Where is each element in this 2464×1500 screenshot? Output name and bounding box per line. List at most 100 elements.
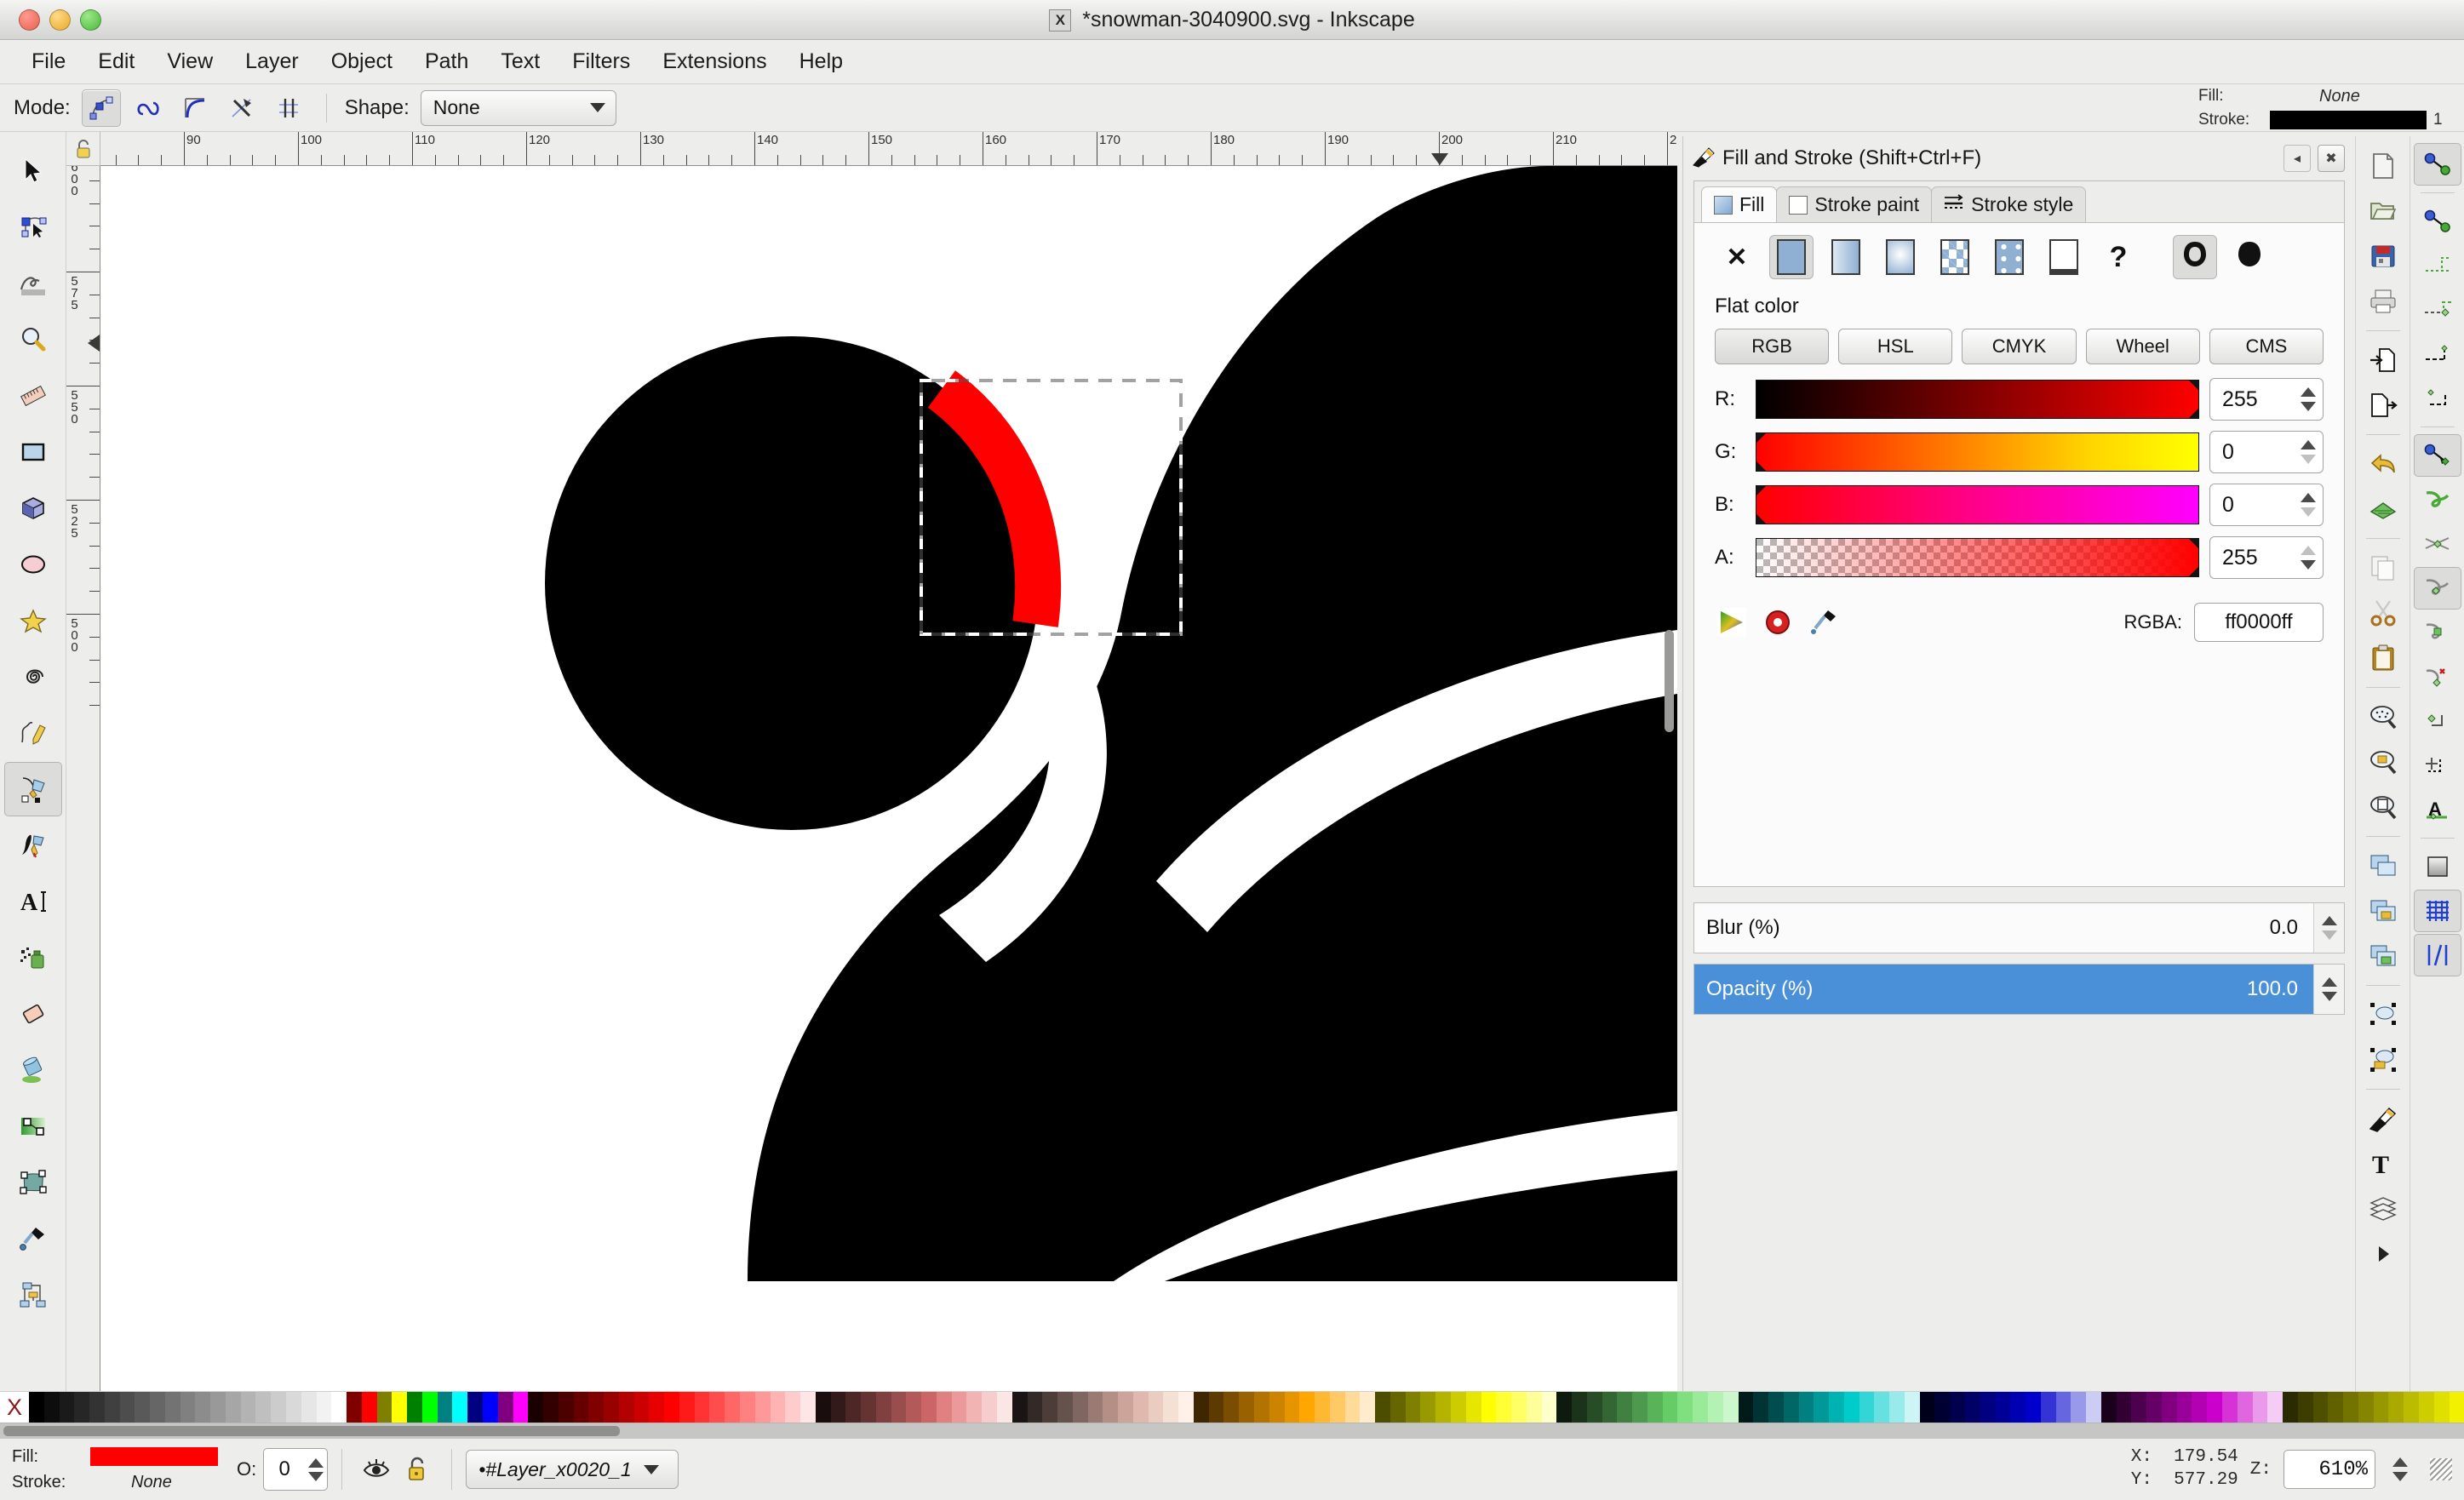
spinner-up-icon[interactable]: [2322, 916, 2337, 925]
palette-swatch[interactable]: [2313, 1392, 2329, 1423]
palette-swatch[interactable]: [543, 1392, 559, 1423]
palette-swatch[interactable]: [2388, 1392, 2404, 1423]
palette-swatch[interactable]: [861, 1392, 876, 1423]
measure-tool[interactable]: [4, 369, 62, 423]
radial-gradient-button[interactable]: [1878, 235, 1922, 279]
palette-swatch[interactable]: [740, 1392, 755, 1423]
menu-view[interactable]: View: [151, 46, 229, 77]
palette-swatch[interactable]: [1693, 1392, 1708, 1423]
palette-swatch[interactable]: [1299, 1392, 1315, 1423]
paste-icon[interactable]: [2359, 637, 2407, 679]
unset-paint-button[interactable]: [2042, 235, 2086, 279]
palette-swatch[interactable]: [634, 1392, 650, 1423]
color-palette[interactable]: X: [0, 1391, 2464, 1423]
snap-path-intersections-icon[interactable]: [2414, 523, 2461, 565]
palette-swatch[interactable]: [966, 1392, 982, 1423]
bezier-pen-tool[interactable]: [4, 762, 62, 816]
snap-bounding-box-icon[interactable]: [2414, 200, 2461, 243]
channel-g-handle-bottom[interactable]: [1756, 461, 1766, 471]
palette-swatch[interactable]: [422, 1392, 438, 1423]
palette-swatch[interactable]: [785, 1392, 800, 1423]
palette-swatch[interactable]: [1133, 1392, 1149, 1423]
spinner-down-icon[interactable]: [2301, 455, 2316, 464]
palette-swatch[interactable]: [1859, 1392, 1875, 1423]
palette-swatch[interactable]: [331, 1392, 347, 1423]
opacity-slider-fill[interactable]: Opacity (%) 100.0: [1694, 965, 2313, 1014]
zoom-input[interactable]: 610%: [2283, 1450, 2375, 1489]
opacity-spinner-arrows[interactable]: [305, 1458, 327, 1481]
snap-smooth-nodes-icon[interactable]: [2414, 611, 2461, 654]
palette-swatch[interactable]: [588, 1392, 604, 1423]
blur-arrows[interactable]: [2313, 903, 2344, 953]
vertical-scrollbar-thumb[interactable]: [1665, 630, 1674, 732]
palette-swatch[interactable]: [1920, 1392, 1935, 1423]
color-model-rgb[interactable]: RGB: [1715, 329, 1829, 364]
gradient-tool[interactable]: [4, 1099, 62, 1154]
palette-swatch[interactable]: [1542, 1392, 1557, 1423]
opacity-spinner[interactable]: 0: [263, 1448, 328, 1491]
lower-to-bottom-icon[interactable]: [2359, 1039, 2407, 1081]
node-editor-tool[interactable]: [4, 200, 62, 255]
palette-swatch[interactable]: [952, 1392, 967, 1423]
palette-swatch[interactable]: [1739, 1392, 1754, 1423]
palette-swatch[interactable]: [604, 1392, 619, 1423]
palette-swatch[interactable]: [1874, 1392, 1889, 1423]
channel-r-slider[interactable]: [1756, 380, 2199, 419]
palette-swatch[interactable]: [29, 1392, 44, 1423]
palette-swatch[interactable]: [271, 1392, 286, 1423]
palette-swatch[interactable]: [1466, 1392, 1481, 1423]
window-controls[interactable]: [19, 9, 101, 31]
palette-swatch[interactable]: [937, 1392, 952, 1423]
snap-rotation-centers-icon[interactable]: [2414, 744, 2461, 787]
channel-b-slider[interactable]: [1756, 485, 2199, 524]
palette-swatch[interactable]: [1209, 1392, 1224, 1423]
palette-swatch[interactable]: [2253, 1392, 2268, 1423]
selector-tool[interactable]: [4, 144, 62, 198]
palette-swatch[interactable]: [1103, 1392, 1118, 1423]
blur-row[interactable]: Blur (%) 0.0: [1693, 902, 2345, 953]
raise-to-top-icon[interactable]: [2359, 993, 2407, 1036]
calligraphy-tool[interactable]: [4, 818, 62, 873]
rgba-input[interactable]: ff0000ff: [2194, 603, 2324, 642]
new-document-icon[interactable]: [2359, 145, 2407, 187]
palette-swatch[interactable]: [407, 1392, 422, 1423]
palette-swatch[interactable]: [845, 1392, 861, 1423]
palette-swatch[interactable]: [1572, 1392, 1587, 1423]
color-managed-icon[interactable]: [1715, 605, 1749, 639]
spinner-up-icon[interactable]: [2301, 493, 2316, 502]
menu-extensions[interactable]: Extensions: [646, 46, 782, 77]
palette-swatch[interactable]: [255, 1392, 271, 1423]
channel-g-handle-top[interactable]: [1756, 433, 1766, 443]
palette-swatch[interactable]: [1677, 1392, 1693, 1423]
palette-swatch[interactable]: [2374, 1392, 2389, 1423]
spiral-tool[interactable]: [4, 650, 62, 704]
paint-bucket-tool[interactable]: [4, 1043, 62, 1097]
palette-swatch[interactable]: [1663, 1392, 1678, 1423]
palette-swatch[interactable]: [1753, 1392, 1768, 1423]
palette-swatch[interactable]: [906, 1392, 921, 1423]
palette-swatch[interactable]: [1708, 1392, 1723, 1423]
tab-stroke-paint[interactable]: Stroke paint: [1776, 186, 1932, 222]
palette-swatch[interactable]: [649, 1392, 664, 1423]
palette-swatch[interactable]: [1360, 1392, 1375, 1423]
spinner-down-icon[interactable]: [2322, 992, 2337, 1001]
palette-swatch[interactable]: [2328, 1392, 2343, 1423]
spinner-down-icon[interactable]: [2392, 1472, 2408, 1481]
palette-swatch[interactable]: [195, 1392, 210, 1423]
palette-swatch[interactable]: [1285, 1392, 1300, 1423]
palette-swatch[interactable]: [1950, 1392, 1965, 1423]
palette-swatch[interactable]: [1496, 1392, 1511, 1423]
pencil-tool[interactable]: [4, 706, 62, 760]
palette-swatch[interactable]: [1178, 1392, 1194, 1423]
palette-swatch[interactable]: [2131, 1392, 2146, 1423]
palette-swatch[interactable]: [1435, 1392, 1451, 1423]
eraser-tool[interactable]: [4, 987, 62, 1041]
palette-swatch[interactable]: [181, 1392, 196, 1423]
channel-b-handle-top[interactable]: [1756, 486, 1766, 495]
resize-grip[interactable]: [2430, 1458, 2452, 1480]
palette-swatch[interactable]: [1647, 1392, 1663, 1423]
no-paint-button[interactable]: ✕: [1715, 235, 1759, 279]
palette-swatch[interactable]: [135, 1392, 150, 1423]
palette-swatch[interactable]: [2146, 1392, 2162, 1423]
palette-swatch[interactable]: [2056, 1392, 2071, 1423]
